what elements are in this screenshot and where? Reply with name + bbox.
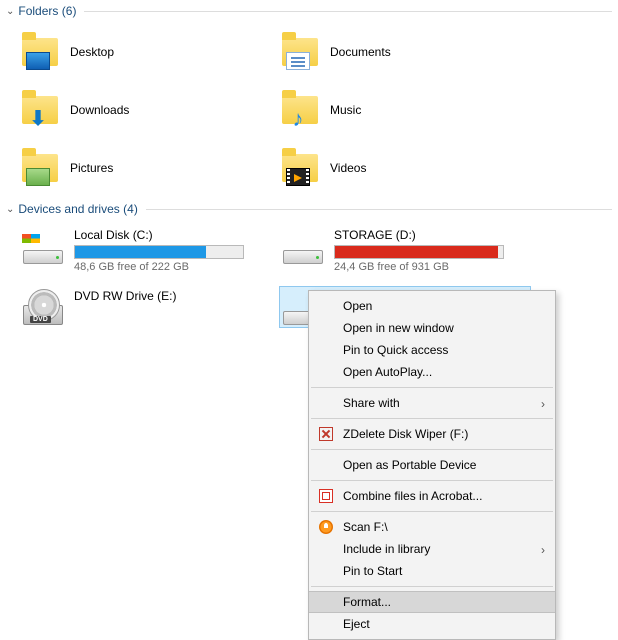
menu-eject[interactable]: Eject bbox=[309, 613, 555, 635]
folder-label: Desktop bbox=[70, 45, 114, 59]
section-header-drives[interactable]: ⌄ Devices and drives (4) bbox=[0, 198, 618, 220]
menu-share-with[interactable]: Share with› bbox=[309, 392, 555, 414]
drive-storage-d[interactable]: STORAGE (D:) 24,4 GB free of 931 GB bbox=[280, 226, 530, 275]
hdd-icon bbox=[22, 228, 64, 264]
drive-name: DVD RW Drive (E:) bbox=[74, 289, 268, 303]
menu-open-autoplay[interactable]: Open AutoPlay... bbox=[309, 361, 555, 383]
folder-music[interactable]: ♪ Music bbox=[280, 86, 530, 134]
drive-free-text: 48,6 GB free of 222 GB bbox=[74, 261, 268, 273]
folder-label: Pictures bbox=[70, 161, 113, 175]
folder-label: Videos bbox=[330, 161, 366, 175]
menu-format[interactable]: Format... bbox=[309, 591, 555, 613]
section-title: Devices and drives (4) bbox=[18, 202, 137, 216]
menu-separator bbox=[311, 449, 553, 450]
folder-documents[interactable]: Documents bbox=[280, 28, 530, 76]
chevron-right-icon: › bbox=[541, 397, 545, 411]
drive-dvd-e[interactable]: DVD DVD RW Drive (E:) bbox=[20, 287, 270, 327]
menu-combine-acrobat[interactable]: Combine files in Acrobat... bbox=[309, 485, 555, 507]
menu-pin-quick-access[interactable]: Pin to Quick access bbox=[309, 339, 555, 361]
menu-portable-device[interactable]: Open as Portable Device bbox=[309, 454, 555, 476]
section-header-folders[interactable]: ⌄ Folders (6) bbox=[0, 0, 618, 22]
menu-separator bbox=[311, 418, 553, 419]
divider bbox=[84, 11, 612, 12]
folder-pictures[interactable]: Pictures bbox=[20, 144, 270, 192]
antivirus-icon bbox=[317, 518, 335, 536]
dvd-icon: DVD bbox=[22, 289, 64, 325]
drive-name: STORAGE (D:) bbox=[334, 228, 528, 242]
menu-pin-start[interactable]: Pin to Start bbox=[309, 560, 555, 582]
hdd-icon bbox=[282, 228, 324, 264]
folder-icon: ♪ bbox=[280, 90, 320, 130]
folder-downloads[interactable]: ⬇ Downloads bbox=[20, 86, 270, 134]
drive-name: Local Disk (C:) bbox=[74, 228, 268, 242]
folder-label: Music bbox=[330, 103, 361, 117]
menu-separator bbox=[311, 480, 553, 481]
folder-label: Documents bbox=[330, 45, 391, 59]
usage-fill bbox=[335, 246, 498, 258]
menu-separator bbox=[311, 586, 553, 587]
menu-separator bbox=[311, 511, 553, 512]
chevron-down-icon: ⌄ bbox=[6, 6, 14, 17]
menu-separator bbox=[311, 387, 553, 388]
chevron-down-icon: ⌄ bbox=[6, 204, 14, 215]
divider bbox=[146, 209, 612, 210]
menu-zdelete[interactable]: ZDelete Disk Wiper (F:) bbox=[309, 423, 555, 445]
menu-open[interactable]: Open bbox=[309, 295, 555, 317]
folder-icon: ⬇ bbox=[20, 90, 60, 130]
usage-fill bbox=[75, 246, 206, 258]
usage-bar bbox=[74, 245, 244, 259]
menu-scan[interactable]: Scan F:\ bbox=[309, 516, 555, 538]
menu-include-library[interactable]: Include in library› bbox=[309, 538, 555, 560]
menu-open-new-window[interactable]: Open in new window bbox=[309, 317, 555, 339]
folders-grid: Desktop Documents ⬇ Downloads ♪ Music Pi… bbox=[0, 22, 618, 198]
drive-free-text: 24,4 GB free of 931 GB bbox=[334, 261, 528, 273]
chevron-right-icon: › bbox=[541, 543, 545, 557]
usage-bar bbox=[334, 245, 504, 259]
folder-videos[interactable]: Videos bbox=[280, 144, 530, 192]
section-title: Folders (6) bbox=[18, 4, 76, 18]
drive-local-c[interactable]: Local Disk (C:) 48,6 GB free of 222 GB bbox=[20, 226, 270, 275]
folder-icon bbox=[20, 32, 60, 72]
folder-label: Downloads bbox=[70, 103, 129, 117]
folder-icon bbox=[280, 32, 320, 72]
context-menu: Open Open in new window Pin to Quick acc… bbox=[308, 290, 556, 640]
folder-icon bbox=[280, 148, 320, 188]
zdelete-icon bbox=[317, 425, 335, 443]
folder-desktop[interactable]: Desktop bbox=[20, 28, 270, 76]
folder-icon bbox=[20, 148, 60, 188]
acrobat-icon bbox=[317, 487, 335, 505]
